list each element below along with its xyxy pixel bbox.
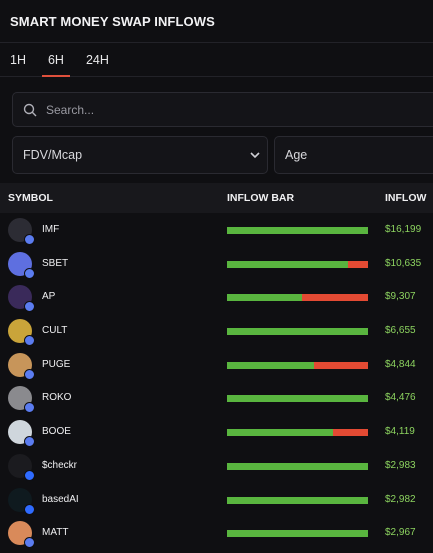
token-symbol: PUGE (42, 358, 71, 370)
inflow-value: $2,967 (385, 527, 416, 539)
inflow-value: $16,199 (385, 224, 422, 235)
inflow-value: $2,982 (385, 493, 416, 505)
inflow-bar (227, 260, 368, 268)
inflow-bar-buy-fill (227, 294, 302, 302)
chain-icon (24, 436, 35, 448)
table-header: SYMBOL INFLOW BAR INFLOW (0, 183, 433, 213)
age-label: Age (285, 148, 308, 162)
table-row[interactable]: MATT $2,967 (0, 516, 433, 550)
inflow-value: $4,476 (385, 392, 416, 404)
timeframe-tabs: 1H 6H 24H (0, 43, 433, 77)
chain-icon (24, 368, 35, 380)
table-row[interactable]: SBET $10,635 (0, 247, 433, 281)
table-row[interactable]: AP $9,307 (0, 280, 433, 314)
token-symbol: basedAI (42, 493, 79, 505)
column-inflow[interactable]: INFLOW (385, 192, 426, 204)
column-inflow-bar[interactable]: INFLOW BAR (227, 192, 294, 204)
table-row[interactable]: $checkr $2,983 (0, 449, 433, 483)
inflow-bar-buy-fill (227, 530, 368, 538)
token-symbol: MATT (42, 527, 69, 539)
chain-icon (24, 234, 35, 245)
inflow-bar (227, 395, 368, 403)
inflow-value: $2,983 (385, 459, 416, 471)
token-symbol: $checkr (42, 459, 78, 471)
inflow-bar (227, 361, 368, 369)
chain-icon (24, 301, 35, 313)
token-symbol: ROKO (42, 392, 72, 404)
inflow-bar-buy-fill (227, 260, 349, 268)
token-symbol: CULT (42, 325, 68, 337)
inflow-bar (227, 227, 368, 234)
inflow-value: $4,119 (385, 426, 415, 438)
token-symbol: AP (42, 291, 56, 303)
inflow-bar-buy-fill (227, 361, 315, 369)
token-symbol: BOOE (42, 426, 71, 438)
inflow-value: $9,307 (385, 291, 416, 303)
inflow-bar (227, 429, 368, 437)
table-row[interactable]: ROKO $4,476 (0, 381, 433, 415)
page-title: SMART MONEY SWAP INFLOWS (10, 13, 215, 29)
inflow-value: $4,844 (385, 358, 416, 370)
search-box[interactable] (12, 92, 433, 127)
chain-icon (24, 267, 35, 279)
chevron-down-icon (249, 148, 261, 162)
tab-24h[interactable]: 24H (84, 43, 111, 76)
chain-icon (24, 469, 35, 481)
inflow-bar-buy-fill (227, 462, 368, 470)
table-row[interactable]: BOOE $4,119 (0, 415, 433, 449)
table-row[interactable]: CULT $6,655 (0, 314, 433, 348)
chain-icon (24, 503, 35, 515)
table-body: IMF $16,199 SBET $10,635 AP $9,307 CULT $6,6… (0, 213, 433, 550)
inflow-bar (227, 462, 368, 470)
inflow-value: $10,635 (385, 257, 422, 269)
table-row[interactable]: basedAI $2,982 (0, 483, 433, 517)
chain-icon (24, 537, 35, 549)
chain-icon (24, 335, 35, 347)
table-row[interactable]: PUGE $4,844 (0, 348, 433, 382)
inflow-bar-buy-fill (227, 496, 368, 504)
inflow-bar (227, 328, 368, 336)
token-symbol: SBET (42, 257, 69, 269)
token-symbol: IMF (42, 224, 60, 235)
chain-icon (24, 402, 35, 414)
inflow-bar (227, 496, 368, 504)
tab-6h[interactable]: 6H (41, 43, 70, 77)
header: SMART MONEY SWAP INFLOWS (0, 0, 433, 43)
search-icon (21, 101, 39, 119)
inflow-bar-buy-fill (227, 395, 368, 403)
inflow-bar (227, 294, 368, 302)
search-input[interactable] (46, 102, 406, 117)
inflow-value: $6,655 (385, 325, 416, 337)
age-select[interactable]: Age (274, 136, 433, 174)
column-symbol[interactable]: SYMBOL (8, 192, 53, 204)
tab-1h[interactable]: 1H (8, 43, 28, 76)
inflow-bar-buy-fill (227, 227, 368, 234)
fdv-mcap-label: FDV/Mcap (23, 148, 83, 162)
fdv-mcap-select[interactable]: FDV/Mcap (12, 136, 268, 174)
inflow-bar (227, 530, 368, 538)
inflow-bar-buy-fill (227, 429, 333, 437)
table-row[interactable]: IMF $16,199 (0, 213, 433, 247)
inflow-bar-buy-fill (227, 328, 368, 336)
